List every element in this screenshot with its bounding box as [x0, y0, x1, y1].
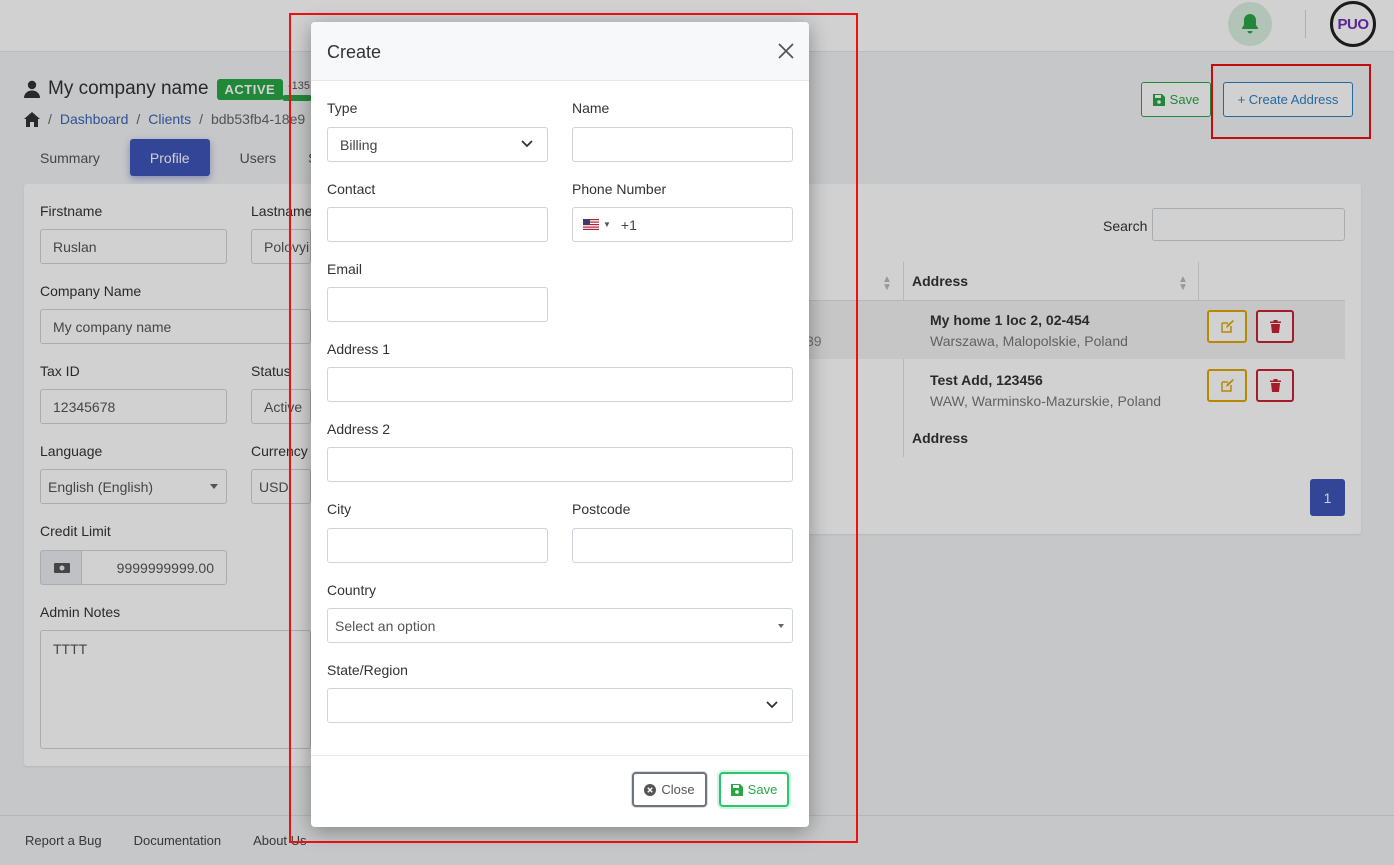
city-field[interactable] [327, 528, 548, 563]
flag-caret-icon: ▼ [603, 220, 611, 229]
country-select[interactable]: Select an option [327, 608, 793, 643]
modal-save-button[interactable]: Save [719, 772, 789, 807]
contact-label: Contact [327, 181, 376, 197]
email-label: Email [327, 261, 363, 277]
close-button[interactable]: Close [632, 772, 707, 807]
us-flag-icon[interactable] [583, 219, 599, 230]
country-placeholder: Select an option [335, 617, 436, 634]
type-value: Billing [340, 136, 378, 153]
phone-label: Phone Number [572, 181, 667, 197]
floppy-icon [730, 783, 743, 796]
modal-save-label: Save [747, 782, 778, 797]
close-button-label: Close [661, 782, 695, 797]
phone-country-code: +1 [620, 216, 637, 233]
address2-label: Address 2 [327, 421, 391, 437]
country-label: Country [327, 582, 377, 598]
postcode-field[interactable] [572, 528, 793, 563]
chevron-down-icon [521, 140, 533, 148]
name-label: Name [572, 100, 610, 116]
state-label: State/Region [327, 662, 408, 678]
caret-down-icon [778, 624, 784, 628]
close-icon[interactable] [777, 42, 795, 60]
contact-field[interactable] [327, 207, 548, 242]
create-address-modal: Create Type Billing Name Contact Phone N… [311, 22, 809, 827]
email-field[interactable] [327, 287, 548, 322]
postcode-label: Postcode [572, 501, 631, 517]
modal-title: Create [327, 42, 382, 62]
name-field[interactable] [572, 127, 793, 162]
state-select[interactable] [327, 688, 793, 723]
modal-header: Create [311, 22, 809, 81]
phone-field[interactable]: ▼ +1 [572, 207, 793, 242]
chevron-down-icon [766, 701, 778, 709]
address1-label: Address 1 [327, 341, 391, 357]
type-select[interactable]: Billing [327, 127, 548, 162]
type-label: Type [327, 100, 358, 116]
city-label: City [327, 501, 352, 517]
address2-field[interactable] [327, 447, 793, 482]
x-circle-icon [644, 783, 657, 796]
address1-field[interactable] [327, 367, 793, 402]
